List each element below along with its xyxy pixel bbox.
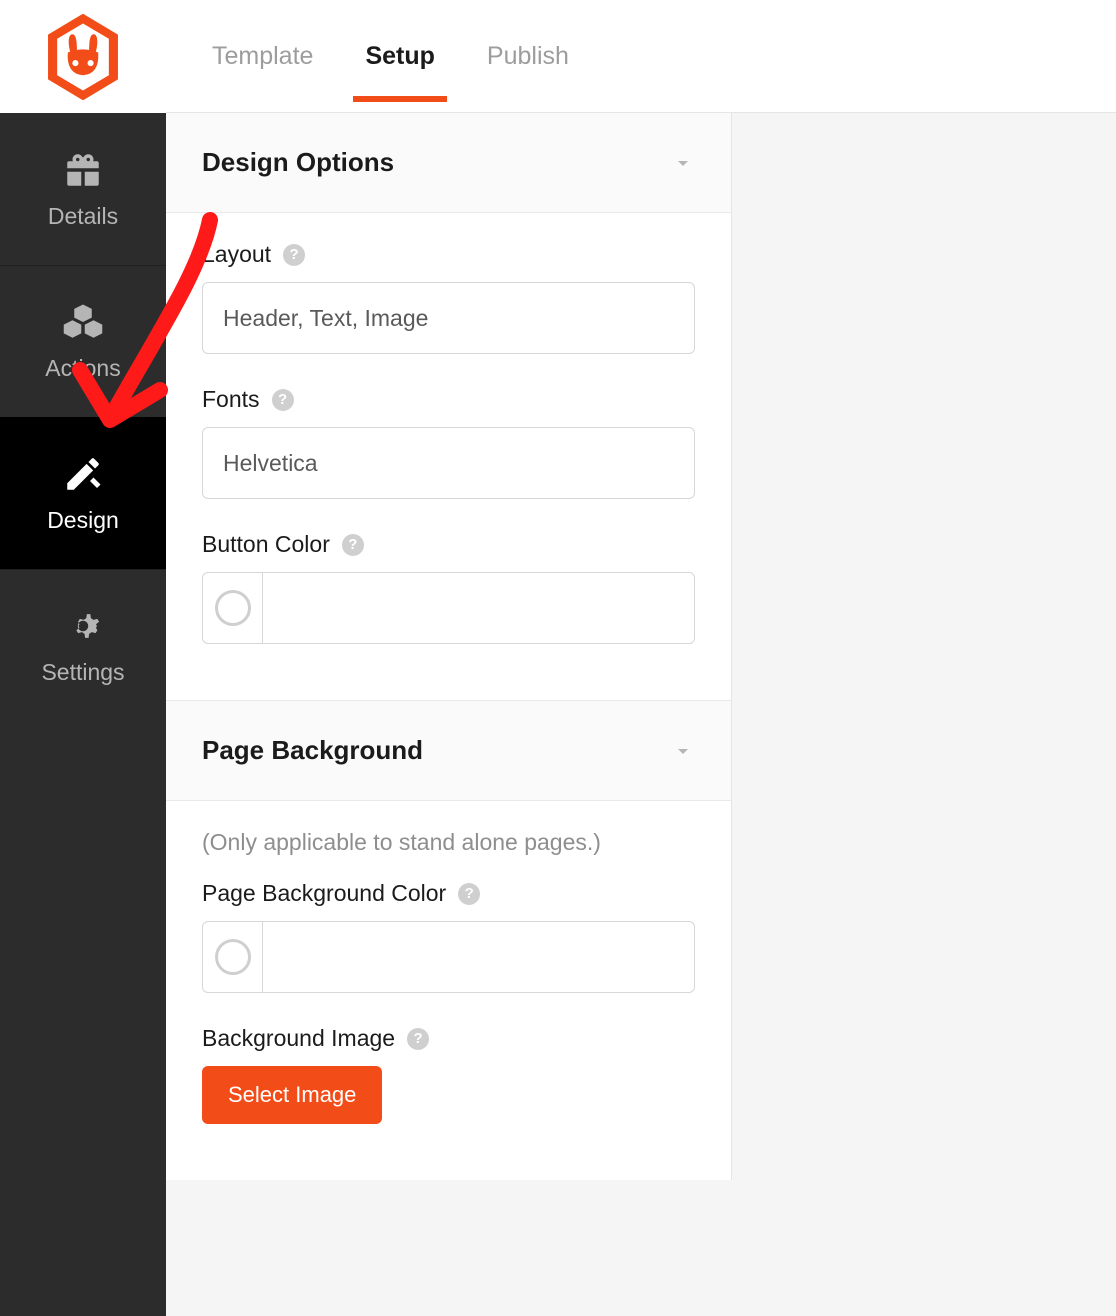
- button-color-input[interactable]: [263, 573, 694, 643]
- select-image-button[interactable]: Select Image: [202, 1066, 382, 1124]
- fonts-select-value: Helvetica: [223, 450, 318, 477]
- layout-select-value: Header, Text, Image: [223, 305, 428, 332]
- color-swatch[interactable]: [215, 590, 251, 626]
- design-tools-icon: [62, 453, 104, 495]
- chevron-down-icon: [671, 739, 695, 763]
- chevron-down-icon: [671, 151, 695, 175]
- section-body-page-background: (Only applicable to stand alone pages.) …: [166, 801, 731, 1180]
- main-area: Template Setup Publish Design Options La…: [166, 0, 1116, 1316]
- section-header-page-background[interactable]: Page Background: [166, 700, 731, 801]
- topbar: Template Setup Publish: [166, 0, 1116, 113]
- sidebar-item-actions[interactable]: Actions: [0, 265, 166, 417]
- tab-setup[interactable]: Setup: [363, 12, 436, 101]
- page-bg-color-input[interactable]: [263, 922, 694, 992]
- section-title: Design Options: [202, 147, 394, 178]
- swatch-cell: [203, 922, 263, 992]
- section-body-design-options: Layout ? Header, Text, Image Fonts ?: [166, 213, 731, 700]
- tab-template[interactable]: Template: [210, 12, 315, 101]
- field-label: Fonts: [202, 386, 260, 413]
- layout-select[interactable]: Header, Text, Image: [202, 282, 695, 354]
- button-color-row: [202, 572, 695, 644]
- field-label: Page Background Color: [202, 880, 446, 907]
- sidebar: Details Actions Design Settings: [0, 0, 166, 1316]
- sidebar-item-label: Details: [48, 203, 118, 230]
- help-icon[interactable]: ?: [342, 534, 364, 556]
- swatch-cell: [203, 573, 263, 643]
- help-icon[interactable]: ?: [283, 244, 305, 266]
- gear-icon: [62, 605, 104, 647]
- field-button-color: Button Color ?: [202, 531, 695, 644]
- field-page-bg-color: Page Background Color ?: [202, 880, 695, 993]
- help-icon[interactable]: ?: [407, 1028, 429, 1050]
- bunny-hex-icon: [45, 14, 121, 100]
- sidebar-item-label: Actions: [45, 355, 120, 382]
- cubes-icon: [62, 301, 104, 343]
- sidebar-item-settings[interactable]: Settings: [0, 569, 166, 721]
- field-label: Background Image: [202, 1025, 395, 1052]
- field-label: Layout: [202, 241, 271, 268]
- help-icon[interactable]: ?: [272, 389, 294, 411]
- fonts-select[interactable]: Helvetica: [202, 427, 695, 499]
- field-bg-image: Background Image ? Select Image: [202, 1025, 695, 1124]
- field-layout: Layout ? Header, Text, Image: [202, 241, 695, 354]
- section-header-design-options[interactable]: Design Options: [166, 113, 731, 213]
- tab-publish[interactable]: Publish: [485, 12, 571, 101]
- page-bg-color-row: [202, 921, 695, 993]
- page-background-hint: (Only applicable to stand alone pages.): [202, 829, 695, 856]
- sidebar-item-details[interactable]: Details: [0, 113, 166, 265]
- gift-icon: [62, 149, 104, 191]
- section-title: Page Background: [202, 735, 423, 766]
- sidebar-item-label: Settings: [41, 659, 124, 686]
- brand-logo: [0, 0, 166, 113]
- sidebar-item-label: Design: [47, 507, 119, 534]
- color-swatch[interactable]: [215, 939, 251, 975]
- field-label: Button Color: [202, 531, 330, 558]
- field-fonts: Fonts ? Helvetica: [202, 386, 695, 499]
- help-icon[interactable]: ?: [458, 883, 480, 905]
- settings-panel: Design Options Layout ? Header, Text, Im…: [166, 113, 732, 1180]
- sidebar-item-design[interactable]: Design: [0, 417, 166, 569]
